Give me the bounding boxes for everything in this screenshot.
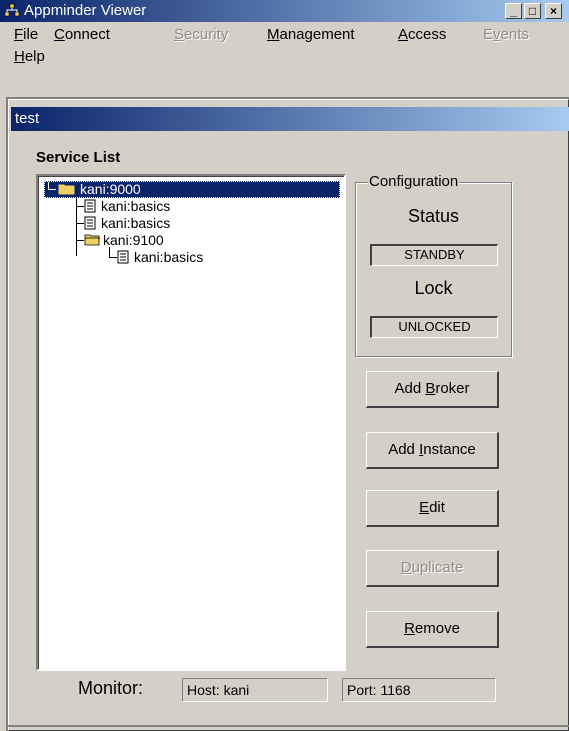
menu-connect[interactable]: Connect	[54, 24, 110, 46]
menu-bar: File Connect Security Management Access …	[0, 22, 569, 70]
menu-access[interactable]: Access	[398, 24, 446, 46]
lock-field: UNLOCKED	[370, 316, 498, 338]
folder-open-icon	[84, 234, 100, 246]
title-bar[interactable]: Appminder Viewer _ □ ×	[0, 0, 569, 22]
tree-node-kani-basics[interactable]: kani:basics	[99, 198, 172, 214]
window-title: Appminder Viewer	[24, 2, 147, 19]
tree-node-kani-9000[interactable]: kani:9000	[78, 181, 143, 197]
tree-node-kani-basics[interactable]: kani:basics	[132, 249, 205, 265]
document-icon	[117, 250, 129, 264]
frame-bottom-edge	[8, 725, 569, 727]
status-label: Status	[407, 206, 460, 226]
edit-button[interactable]: Edit	[366, 490, 499, 527]
tree-connector	[76, 206, 84, 207]
close-button[interactable]: ×	[545, 3, 562, 19]
configuration-group-title: Configuration	[368, 173, 460, 191]
maximize-button[interactable]: □	[524, 3, 541, 19]
tree-connector	[76, 223, 84, 224]
menu-events[interactable]: Events	[483, 24, 529, 46]
tree-connector	[109, 257, 117, 258]
tree-connector	[48, 182, 49, 190]
folder-open-icon	[58, 184, 75, 195]
app-icon	[4, 3, 20, 17]
menu-security[interactable]: Security	[174, 24, 228, 46]
tree-node-kani-basics[interactable]: kani:basics	[99, 215, 172, 231]
menu-management[interactable]: Management	[267, 24, 355, 46]
document-icon	[84, 216, 96, 230]
remove-button[interactable]: Remove	[366, 611, 499, 648]
add-broker-button[interactable]: Add Broker	[366, 371, 499, 408]
service-tree[interactable]: kani:9000 kani:basics kani:basics kani:9…	[36, 174, 346, 671]
duplicate-button[interactable]: Duplicate	[366, 550, 499, 587]
tree-connector	[109, 247, 110, 257]
menu-file[interactable]: File	[14, 24, 38, 46]
tree-connector	[76, 240, 84, 241]
monitor-label: Monitor:	[78, 678, 144, 698]
document-icon	[84, 199, 96, 213]
tree-node-kani-9100[interactable]: kani:9100	[101, 232, 166, 248]
minimize-button[interactable]: _	[505, 3, 522, 19]
tree-connector	[48, 189, 56, 190]
appminder-window: Appminder Viewer _ □ × File Connect Secu…	[0, 0, 569, 731]
menu-help[interactable]: Help	[14, 46, 45, 68]
lock-label: Lock	[414, 278, 453, 298]
add-instance-button[interactable]: Add Instance	[366, 432, 499, 469]
status-field: STANDBY	[370, 244, 498, 266]
port-field: Port: 1168	[342, 678, 496, 702]
host-field: Host: kani	[182, 678, 328, 702]
service-list-label: Service List	[36, 149, 121, 166]
internal-frame-title[interactable]: test	[11, 107, 569, 131]
